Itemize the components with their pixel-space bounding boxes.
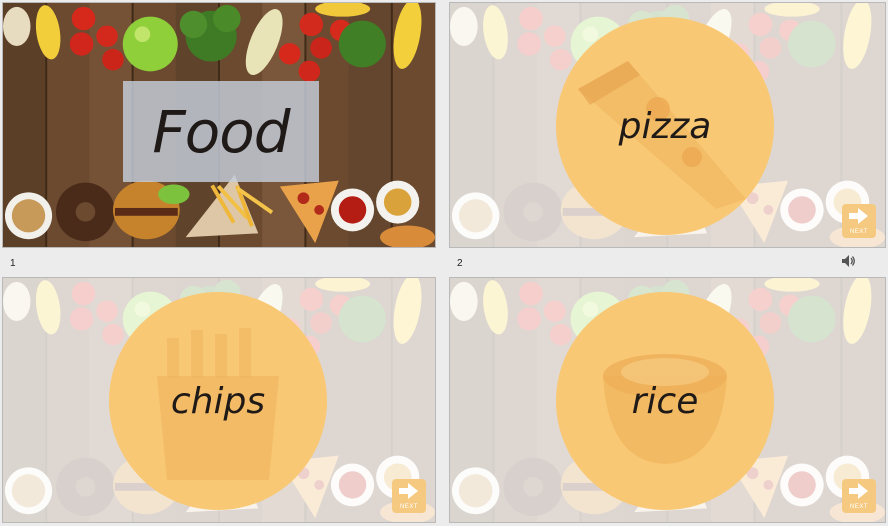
arrow-right-icon (849, 483, 868, 499)
arrow-right-icon (399, 483, 418, 499)
slide-thumbnail-2[interactable]: pizza NEXT (449, 2, 886, 248)
slide-number: 2 (457, 258, 463, 269)
word-circle: chips (109, 292, 327, 510)
slide-thumbnail-1[interactable]: Food (2, 2, 436, 248)
vocabulary-word: chips (170, 380, 266, 422)
slide-thumbnail-3[interactable]: chips NEXT (2, 277, 436, 523)
word-circle: rice (556, 292, 774, 510)
next-button[interactable]: NEXT (842, 204, 876, 238)
vocabulary-word: rice (631, 380, 699, 422)
speaker-icon[interactable] (842, 255, 856, 267)
next-button-label: NEXT (849, 229, 868, 235)
next-button[interactable]: NEXT (392, 479, 426, 513)
arrow-right-icon (849, 208, 868, 224)
slide-number: 1 (10, 258, 16, 269)
slide-thumbnail-4[interactable]: rice NEXT (449, 277, 886, 523)
next-button-label: NEXT (849, 504, 868, 510)
next-button-label: NEXT (399, 504, 418, 510)
next-button[interactable]: NEXT (842, 479, 876, 513)
word-circle: pizza (556, 17, 774, 235)
vocabulary-word: pizza (618, 105, 712, 147)
slide-title: Food (152, 97, 290, 166)
